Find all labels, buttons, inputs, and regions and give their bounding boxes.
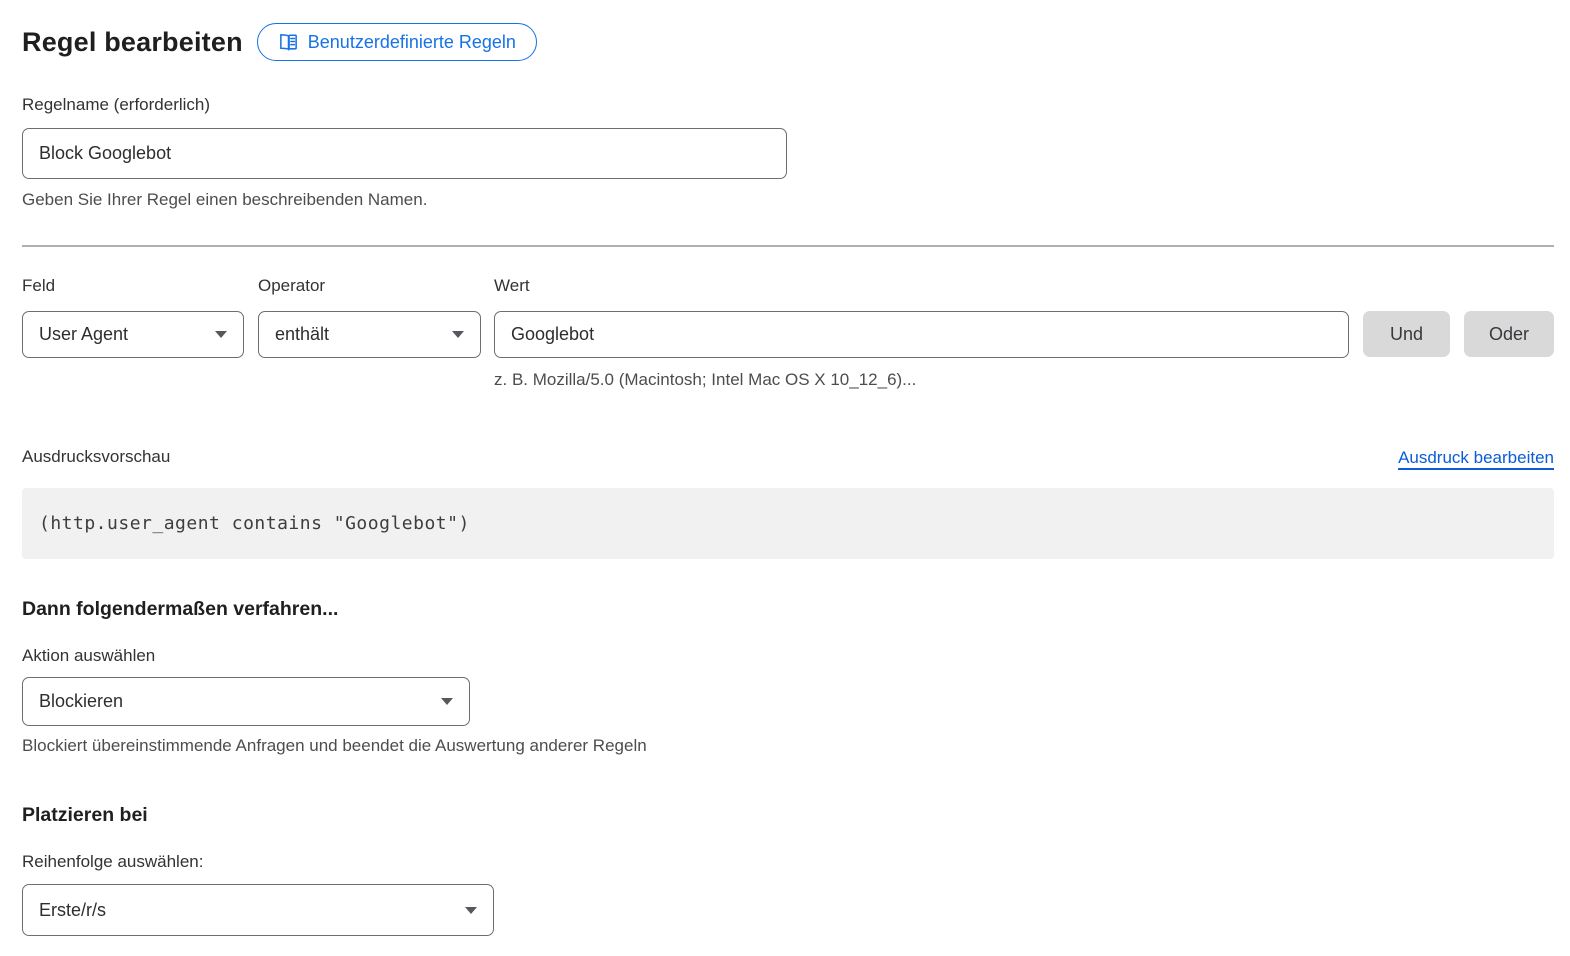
operator-select-value: enthält: [275, 324, 329, 345]
custom-rules-docs-button[interactable]: Benutzerdefinierte Regeln: [257, 23, 537, 61]
expression-preview-label: Ausdrucksvorschau: [22, 446, 170, 468]
condition-row: Feld User Agent Operator enthält Wert z.…: [22, 275, 1554, 390]
action-label: Aktion auswählen: [22, 645, 1554, 667]
page-title: Regel bearbeiten: [22, 27, 243, 58]
action-select-value: Blockieren: [39, 691, 123, 712]
chevron-down-icon: [215, 331, 227, 338]
or-button[interactable]: Oder: [1464, 311, 1554, 357]
section-divider: [22, 245, 1554, 247]
rule-name-help: Geben Sie Ihrer Regel einen beschreibend…: [22, 189, 1554, 210]
chevron-down-icon: [441, 698, 453, 705]
expression-code-box: (http.user_agent contains "Googlebot"): [22, 488, 1554, 559]
expression-preview-row: Ausdrucksvorschau Ausdruck bearbeiten: [22, 446, 1554, 468]
field-label: Feld: [22, 275, 244, 297]
value-help: z. B. Mozilla/5.0 (Macintosh; Intel Mac …: [494, 369, 1349, 390]
value-label: Wert: [494, 275, 1349, 297]
edit-rule-page: Regel bearbeiten Benutzerdefinierte Rege…: [0, 0, 1570, 936]
action-help: Blockiert übereinstimmende Anfragen und …: [22, 735, 1554, 756]
placement-order-select[interactable]: Erste/r/s: [22, 884, 494, 936]
expression-code: (http.user_agent contains "Googlebot"): [39, 513, 470, 534]
field-select[interactable]: User Agent: [22, 311, 244, 358]
value-input[interactable]: [494, 311, 1349, 358]
chevron-down-icon: [452, 331, 464, 338]
edit-expression-link[interactable]: Ausdruck bearbeiten: [1398, 448, 1554, 468]
operator-label: Operator: [258, 275, 481, 297]
custom-rules-docs-label: Benutzerdefinierte Regeln: [308, 32, 516, 53]
placement-order-value: Erste/r/s: [39, 900, 106, 921]
placement-order-label: Reihenfolge auswählen:: [22, 851, 1554, 873]
action-select[interactable]: Blockieren: [22, 677, 470, 726]
action-heading: Dann folgendermaßen verfahren...: [22, 598, 1554, 621]
field-select-value: User Agent: [39, 324, 128, 345]
open-book-icon: [278, 32, 299, 53]
operator-select[interactable]: enthält: [258, 311, 481, 358]
rule-name-input[interactable]: [22, 128, 787, 179]
page-header: Regel bearbeiten Benutzerdefinierte Rege…: [22, 23, 1554, 61]
placement-heading: Platzieren bei: [22, 804, 1554, 827]
and-button[interactable]: Und: [1363, 311, 1450, 357]
rule-name-label: Regelname (erforderlich): [22, 94, 1554, 116]
chevron-down-icon: [465, 907, 477, 914]
